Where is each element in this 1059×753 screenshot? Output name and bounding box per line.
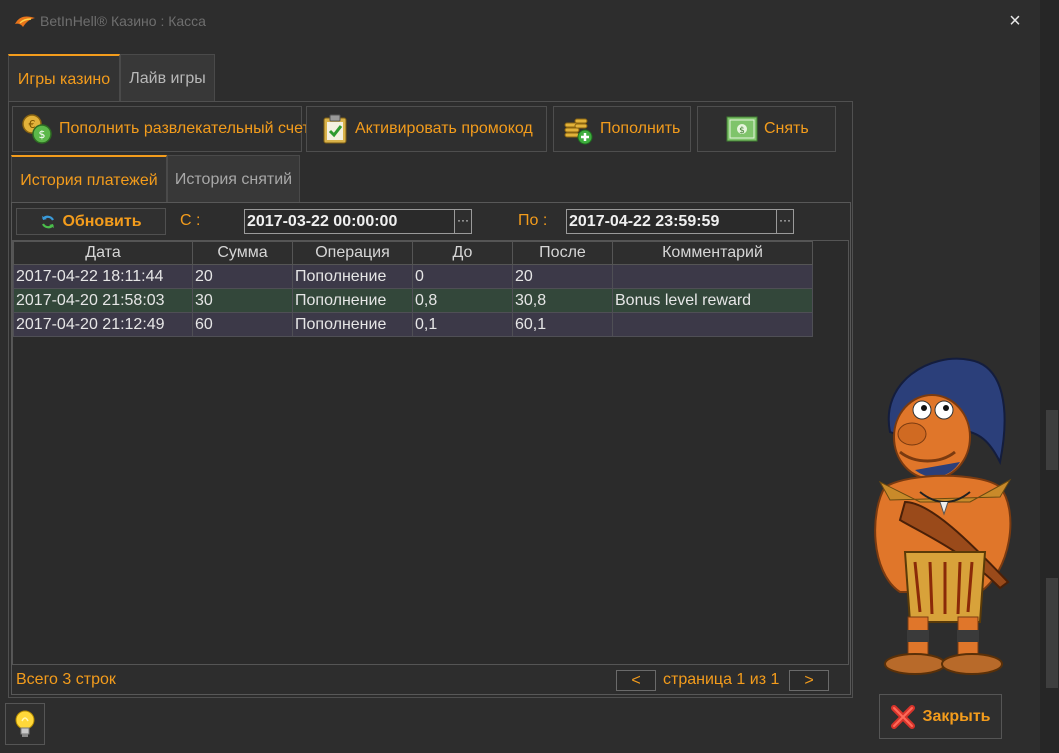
cell-comment — [612, 312, 813, 337]
red-x-icon — [891, 704, 916, 729]
date-from-picker-button[interactable]: ··· — [454, 209, 472, 234]
refresh-button[interactable]: Обновить — [16, 208, 166, 235]
refresh-label: Обновить — [62, 212, 142, 230]
next-page-button[interactable]: > — [789, 670, 829, 691]
column-header-operation[interactable]: Операция — [292, 241, 413, 265]
date-from-label: С : — [180, 212, 201, 229]
coins-plus-icon — [564, 118, 593, 145]
lightbulb-icon — [15, 710, 35, 737]
tab-withdrawal-history[interactable]: История снятий — [167, 155, 300, 202]
app-logo-icon — [15, 16, 35, 27]
cell-comment — [612, 264, 813, 289]
window-close-button[interactable]: × — [1005, 10, 1025, 32]
cell-before: 0,8 — [412, 288, 513, 313]
tab-live-games[interactable]: Лайв игры — [120, 54, 215, 101]
banknote-icon: $ — [726, 116, 758, 142]
title-bar: BetInHell® Казино : Касса × — [0, 0, 1040, 44]
cell-amount: 60 — [192, 312, 293, 337]
cell-operation: Пополнение — [292, 312, 413, 337]
tab-casino-games[interactable]: Игры казино — [8, 54, 120, 101]
svg-text:$: $ — [39, 128, 46, 141]
payments-grid: Дата Сумма Операция До После Комментарий… — [12, 240, 849, 665]
deposit-label: Пополнить — [600, 120, 681, 137]
table-row[interactable]: 2017-04-20 21:12:49 60 Пополнение 0,1 60… — [13, 312, 813, 337]
date-to-field[interactable]: 2017-04-22 23:59:59 — [566, 209, 777, 234]
close-label: Закрыть — [922, 707, 991, 725]
cell-date: 2017-04-20 21:12:49 — [13, 312, 193, 337]
cell-amount: 30 — [192, 288, 293, 313]
svg-text:$: $ — [739, 126, 745, 136]
prev-page-button[interactable]: < — [616, 670, 656, 691]
date-to-label: По : — [518, 212, 548, 229]
cell-amount: 20 — [192, 264, 293, 289]
cell-before: 0,1 — [412, 312, 513, 337]
payments-table: Дата Сумма Операция До После Комментарий… — [13, 241, 813, 337]
tab-payment-history[interactable]: История платежей — [11, 155, 167, 202]
withdraw-label: Снять — [764, 120, 809, 137]
cell-operation: Пополнение — [292, 264, 413, 289]
background-window-edge — [1040, 0, 1059, 753]
column-header-date[interactable]: Дата — [13, 241, 193, 265]
table-row[interactable]: 2017-04-20 21:58:03 30 Пополнение 0,8 30… — [13, 288, 813, 313]
cell-before: 0 — [412, 264, 513, 289]
cell-date: 2017-04-20 21:58:03 — [13, 288, 193, 313]
clipboard-check-icon — [323, 114, 347, 144]
table-header-row: Дата Сумма Операция До После Комментарий — [13, 241, 813, 265]
column-header-comment[interactable]: Комментарий — [612, 241, 813, 265]
row-count-label: Всего 3 строк — [16, 671, 116, 688]
cell-comment: Bonus level reward — [612, 288, 813, 313]
caveman-mascot-image — [874, 357, 1012, 675]
deposit-entertainment-button[interactable]: € $ Пополнить развлекательный счет — [12, 106, 310, 152]
date-from-field[interactable]: 2017-03-22 00:00:00 — [244, 209, 455, 234]
cell-date: 2017-04-22 18:11:44 — [13, 264, 193, 289]
table-row[interactable]: 2017-04-22 18:11:44 20 Пополнение 0 20 — [13, 264, 813, 289]
cell-after: 30,8 — [512, 288, 613, 313]
cell-operation: Пополнение — [292, 288, 413, 313]
column-header-before[interactable]: До — [412, 241, 513, 265]
withdraw-button[interactable]: $ Снять — [697, 106, 836, 152]
window-title: BetInHell® Казино : Касса — [40, 13, 206, 29]
column-header-amount[interactable]: Сумма — [192, 241, 293, 265]
cell-after: 60,1 — [512, 312, 613, 337]
cell-after: 20 — [512, 264, 613, 289]
date-to-picker-button[interactable]: ··· — [776, 209, 794, 234]
page-indicator: страница 1 из 1 — [663, 671, 780, 688]
hint-button[interactable] — [5, 703, 45, 745]
activate-promo-button[interactable]: Активировать промокод — [306, 106, 547, 152]
column-header-after[interactable]: После — [512, 241, 613, 265]
deposit-entertainment-label: Пополнить развлекательный счет — [59, 120, 310, 137]
deposit-button[interactable]: Пополнить — [553, 106, 691, 152]
coins-exchange-icon: € $ — [22, 114, 52, 144]
close-button[interactable]: Закрыть — [879, 694, 1002, 739]
activate-promo-label: Активировать промокод — [355, 120, 533, 137]
refresh-icon — [42, 215, 55, 228]
